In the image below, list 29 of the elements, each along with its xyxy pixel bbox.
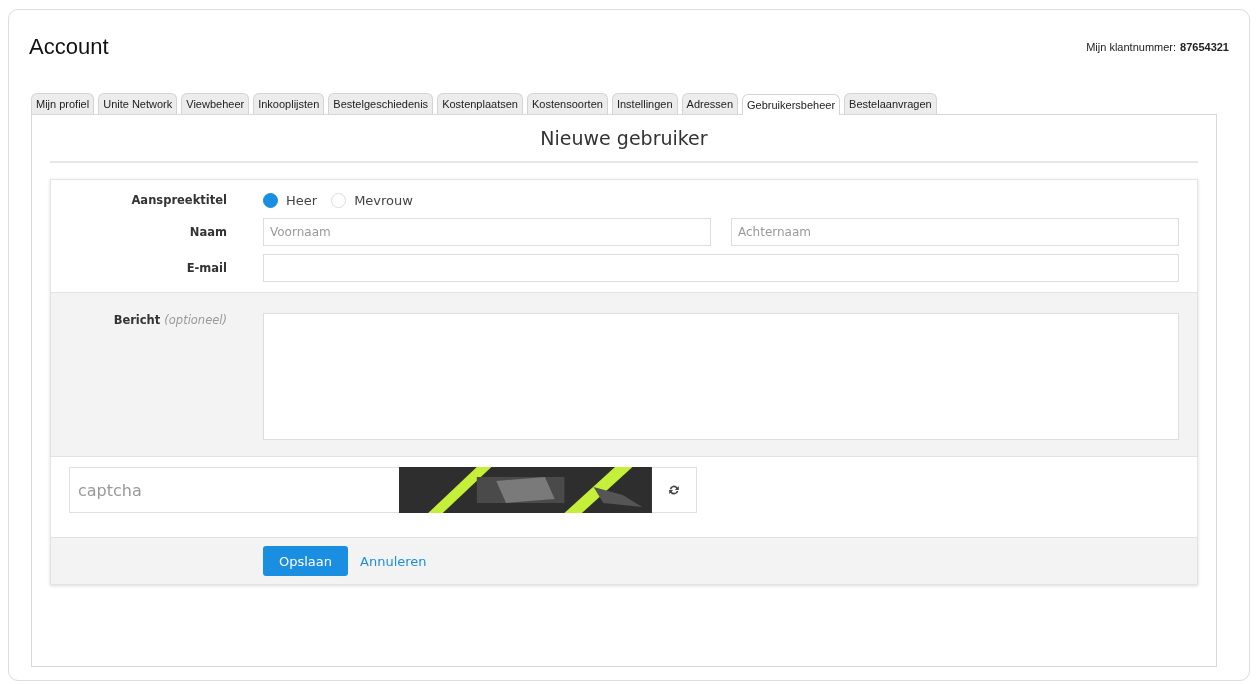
- first-name-field[interactable]: Voornaam: [263, 218, 711, 246]
- tab[interactable]: Inkooplijsten: [253, 93, 325, 114]
- tab[interactable]: Viewbeheer: [181, 93, 250, 114]
- tab[interactable]: Bestelgeschiedenis: [328, 93, 434, 114]
- radio-label: Heer: [286, 192, 318, 208]
- tab[interactable]: Bestelaanvragen: [844, 93, 937, 114]
- field-label: Aanspreektitel: [130, 193, 228, 207]
- tab[interactable]: Unite Network: [98, 93, 178, 114]
- tab[interactable]: Gebruikersbeheer: [742, 94, 841, 115]
- message-field[interactable]: [263, 313, 1179, 440]
- field-label: Bericht (optioneel): [112, 313, 228, 327]
- radio-button[interactable]: [263, 192, 278, 208]
- customer-number-label: Mijn klantnummer:: [1086, 41, 1177, 53]
- tab[interactable]: Instellingen: [611, 93, 678, 114]
- tab[interactable]: Kostenplaatsen: [437, 93, 523, 114]
- customer-number: 87654321: [1180, 41, 1229, 53]
- tab[interactable]: Adressen: [681, 93, 739, 114]
- page-title: Account: [29, 34, 109, 60]
- form-heading: Nieuwe gebruiker: [50, 127, 1198, 163]
- radio-label: Mevrouw: [354, 192, 413, 208]
- tab[interactable]: Mijn profiel: [31, 93, 95, 114]
- tab[interactable]: Kostensoorten: [526, 93, 608, 114]
- last-name-field[interactable]: Achternaam: [731, 218, 1179, 246]
- email-field[interactable]: [263, 254, 1179, 282]
- save-button[interactable]: Opslaan: [263, 546, 349, 576]
- refresh-icon[interactable]: [652, 467, 697, 513]
- field-label: E-mail: [185, 261, 228, 275]
- captcha-field[interactable]: captcha: [69, 467, 400, 513]
- field-label: Naam: [188, 225, 228, 239]
